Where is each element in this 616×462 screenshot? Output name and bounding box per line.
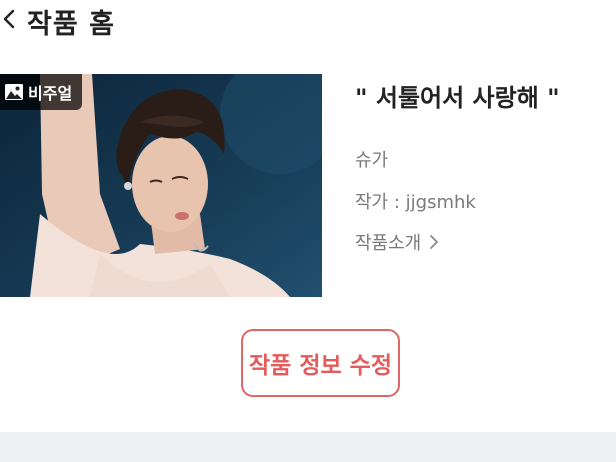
chevron-right-icon xyxy=(430,235,439,249)
page-title: 작품 홈 xyxy=(27,9,115,40)
intro-label: 작품소개 xyxy=(355,233,422,254)
cover-image[interactable]: 비주얼 xyxy=(0,74,322,297)
author-prefix: 작가 : xyxy=(355,192,406,213)
bottom-divider xyxy=(0,432,616,462)
header: 작품 홈 xyxy=(0,0,616,40)
visual-badge: 비주얼 xyxy=(0,74,82,110)
work-title: " 서툴어서 사랑해 " xyxy=(355,84,560,112)
back-button[interactable] xyxy=(0,6,20,32)
character-tag[interactable]: 슈가 xyxy=(355,146,388,172)
image-icon xyxy=(5,84,23,100)
visual-badge-label: 비주얼 xyxy=(28,84,73,103)
chevron-left-icon xyxy=(3,9,15,29)
edit-work-info-button[interactable]: 작품 정보 수정 xyxy=(241,329,400,397)
author-name[interactable]: jjgsmhk xyxy=(406,192,476,213)
author-row: 작가 : jjgsmhk xyxy=(355,188,476,214)
intro-link[interactable]: 작품소개 xyxy=(355,229,439,255)
